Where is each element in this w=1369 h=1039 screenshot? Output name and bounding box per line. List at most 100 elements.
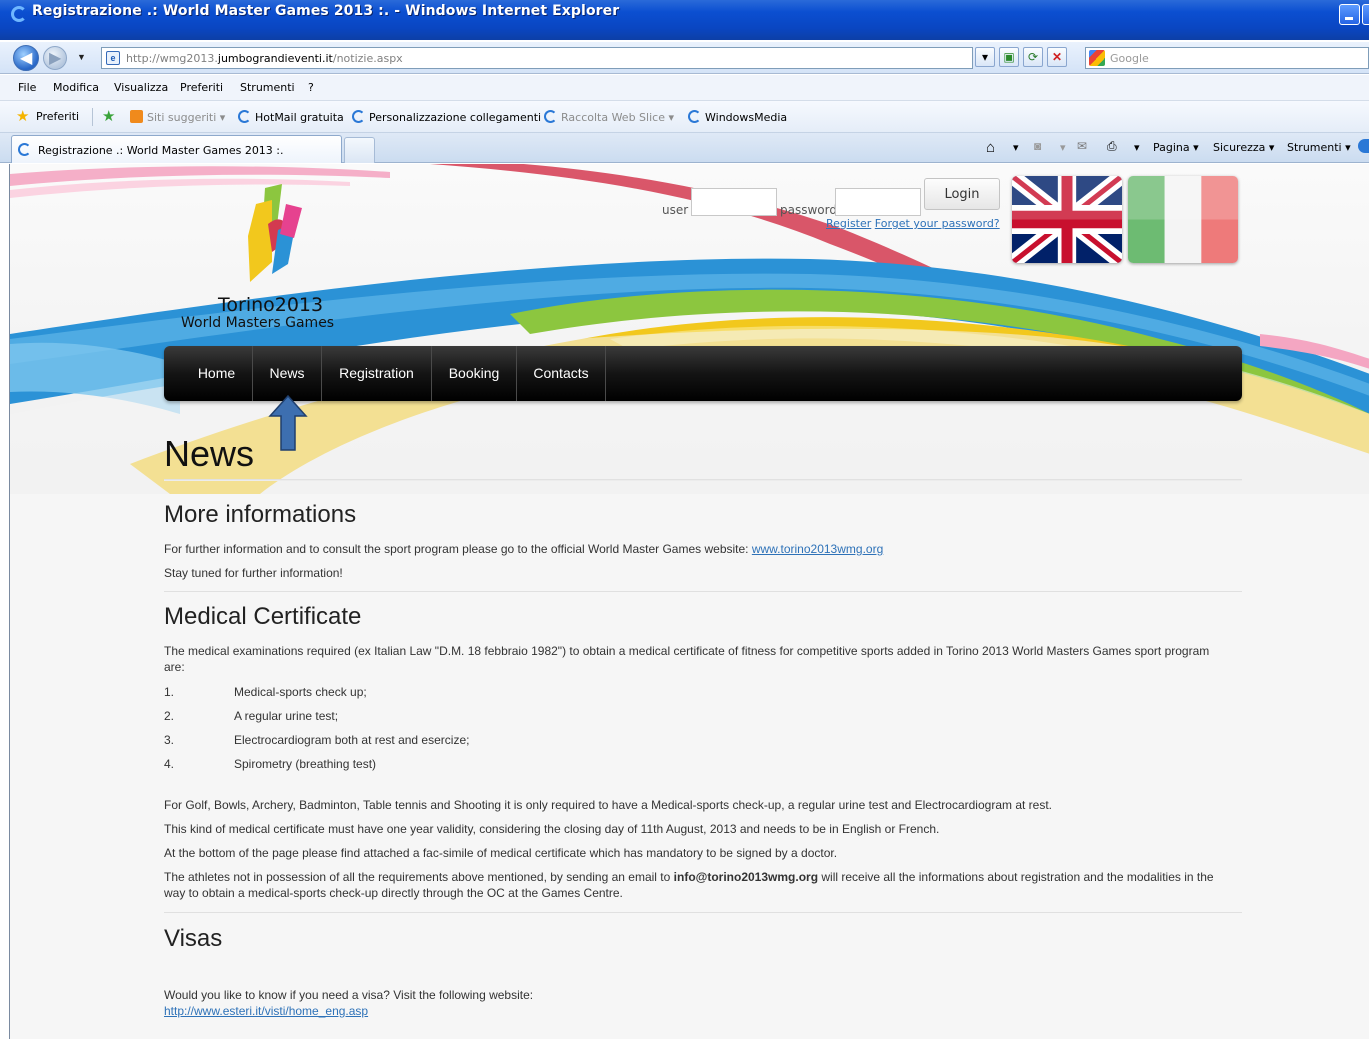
help-icon[interactable] xyxy=(1358,139,1369,153)
cmd-pagina[interactable]: Pagina ▾ xyxy=(1153,141,1199,154)
refresh-icon[interactable]: ⟳ xyxy=(1023,47,1043,67)
register-link[interactable]: Register xyxy=(826,217,871,230)
favorites-bar: ★ Preferiti ★ Siti suggeriti ▾ HotMail g… xyxy=(0,101,1369,133)
ie-page-icon xyxy=(18,143,31,156)
cmd-sicurezza[interactable]: Sicurezza ▾ xyxy=(1213,141,1274,154)
heading-medical-certificate: Medical Certificate xyxy=(164,603,362,630)
list-item: 4. Spirometry (breathing test) xyxy=(164,757,377,771)
title-divider xyxy=(164,479,1242,481)
visa-link-line: http://www.esteri.it/visti/home_eng.asp xyxy=(164,1003,368,1019)
visa-paragraph: Would you like to know if you need a vis… xyxy=(164,988,534,1002)
visa-website-link[interactable]: http://www.esteri.it/visti/home_eng.asp xyxy=(164,1004,368,1018)
ie-logo-icon xyxy=(11,6,27,22)
athletes-paragraph: The athletes not in possession of all th… xyxy=(164,870,1214,900)
heading-more-informations: More informations xyxy=(164,501,357,528)
page-title: News xyxy=(164,433,255,474)
cmd-strumenti[interactable]: Strumenti ▾ xyxy=(1287,141,1351,154)
golf-paragraph: For Golf, Bowls, Archery, Badminton, Tab… xyxy=(164,798,1052,812)
user-input[interactable] xyxy=(691,188,777,216)
section-divider xyxy=(164,591,1242,592)
print-dropdown-icon[interactable]: ▾ xyxy=(1134,141,1140,154)
forward-button[interactable]: ▶ xyxy=(43,46,67,70)
history-dropdown-icon[interactable]: ▼ xyxy=(77,52,86,62)
back-arrow-icon: ◀ xyxy=(20,48,33,67)
address-toolbar: ◀ ▶ ▼ e http://wmg2013.jumbograndieventi… xyxy=(0,42,1369,74)
menu-file[interactable]: File xyxy=(18,81,36,94)
heading-visas: Visas xyxy=(164,925,223,952)
menu-preferiti[interactable]: Preferiti xyxy=(180,81,223,94)
list-item: 2. A regular urine test; xyxy=(164,709,339,723)
validity-paragraph: This kind of medical certificate must ha… xyxy=(164,822,940,836)
feeds-icon[interactable]: ◙ xyxy=(1034,139,1050,155)
ie-page-icon xyxy=(352,110,365,123)
nav-home[interactable]: Home xyxy=(181,346,253,401)
english-flag-icon[interactable] xyxy=(1012,176,1122,263)
login-links: Register Forget your password? xyxy=(826,217,1000,230)
menu-modifica[interactable]: Modifica xyxy=(53,81,99,94)
mail-icon[interactable]: ✉ xyxy=(1077,139,1093,155)
page-viewport: Torino2013 World Masters Games user pass… xyxy=(9,164,1369,1039)
menu-visualizza[interactable]: Visualizza xyxy=(114,81,168,94)
favorites-star-icon: ★ xyxy=(16,108,30,125)
tab-title: Registrazione .: World Master Games 2013… xyxy=(38,144,284,157)
suggested-sites-icon xyxy=(130,110,143,123)
fav-web-slice[interactable]: Raccolta Web Slice ▾ xyxy=(544,110,674,124)
nav-registration[interactable]: Registration xyxy=(322,346,432,401)
back-button[interactable]: ◀ xyxy=(13,45,39,71)
fav-hotmail[interactable]: HotMail gratuita xyxy=(238,110,344,124)
logo-subtitle: World Masters Games xyxy=(181,315,335,331)
menu-help[interactable]: ? xyxy=(308,81,314,94)
address-input[interactable]: e http://wmg2013.jumbograndieventi.it/no… xyxy=(101,47,973,69)
print-icon[interactable]: ⎙ xyxy=(1107,139,1123,155)
feeds-dropdown-icon[interactable]: ▾ xyxy=(1060,141,1066,154)
google-icon xyxy=(1089,50,1105,66)
add-favorite-icon[interactable]: ★ xyxy=(102,109,115,124)
stop-icon[interactable]: ✕ xyxy=(1047,47,1067,67)
section-divider xyxy=(164,912,1242,913)
list-item: 3. Electrocardiogram both at rest and ese… xyxy=(164,733,470,747)
favorites-button[interactable]: Preferiti xyxy=(36,110,79,123)
menu-strumenti[interactable]: Strumenti xyxy=(240,81,295,94)
home-icon[interactable]: ⌂ xyxy=(986,139,1002,156)
fav-personalizzazione[interactable]: Personalizzazione collegamenti xyxy=(352,110,541,124)
main-navigation: Home News Registration Booking Contacts xyxy=(164,346,1242,401)
fav-siti-suggeriti[interactable]: Siti suggeriti ▾ xyxy=(130,110,225,124)
page-icon: e xyxy=(106,51,120,65)
contact-email: info@torino2013wmg.org xyxy=(673,870,819,884)
wmg-website-link[interactable]: www.torino2013wmg.org xyxy=(752,542,883,556)
up-arrow-icon xyxy=(268,394,308,451)
address-url[interactable]: http://wmg2013.jumbograndieventi.it/noti… xyxy=(126,52,403,65)
new-tab-button[interactable] xyxy=(344,137,375,163)
window-title: Registrazione .: World Master Games 2013… xyxy=(32,3,620,19)
password-label: password xyxy=(780,203,837,217)
list-item: 1. Medical-sports check up; xyxy=(164,685,367,699)
fav-windowsmedia[interactable]: WindowsMedia xyxy=(688,110,787,124)
medical-intro: The medical examinations required (ex It… xyxy=(164,644,1210,674)
ie-page-icon xyxy=(238,110,251,123)
ie-page-icon xyxy=(688,110,701,123)
login-button[interactable]: Login xyxy=(924,178,1000,210)
menu-bar: File Modifica Visualizza Preferiti Strum… xyxy=(0,75,1369,101)
home-dropdown-icon[interactable]: ▾ xyxy=(1013,141,1019,154)
nav-contacts[interactable]: Contacts xyxy=(517,346,606,401)
forgot-password-link[interactable]: Forget your password? xyxy=(875,217,1000,230)
separator xyxy=(92,108,93,126)
forward-arrow-icon: ▶ xyxy=(49,48,62,67)
address-dropdown-icon[interactable]: ▾ xyxy=(975,47,995,67)
more-info-paragraph: For further information and to consult t… xyxy=(164,542,884,556)
tab-current[interactable]: Registrazione .: World Master Games 2013… xyxy=(11,135,342,163)
minimize-button[interactable] xyxy=(1339,4,1360,25)
italian-flag-icon[interactable] xyxy=(1128,176,1238,263)
nav-booking[interactable]: Booking xyxy=(432,346,517,401)
fac-simile-paragraph: At the bottom of the page please find at… xyxy=(164,846,838,860)
password-input[interactable] xyxy=(835,188,921,216)
user-label: user xyxy=(662,203,689,217)
window-titlebar: Registrazione .: World Master Games 2013… xyxy=(0,0,1369,40)
ie-page-icon xyxy=(544,110,557,123)
search-input[interactable]: Google xyxy=(1085,47,1369,69)
search-placeholder: Google xyxy=(1110,52,1149,65)
logo-title: Torino2013 xyxy=(218,294,324,316)
compatibility-view-icon[interactable]: ▣ xyxy=(999,47,1019,67)
maximize-button[interactable] xyxy=(1362,4,1369,25)
nav-news[interactable]: News xyxy=(253,346,322,401)
